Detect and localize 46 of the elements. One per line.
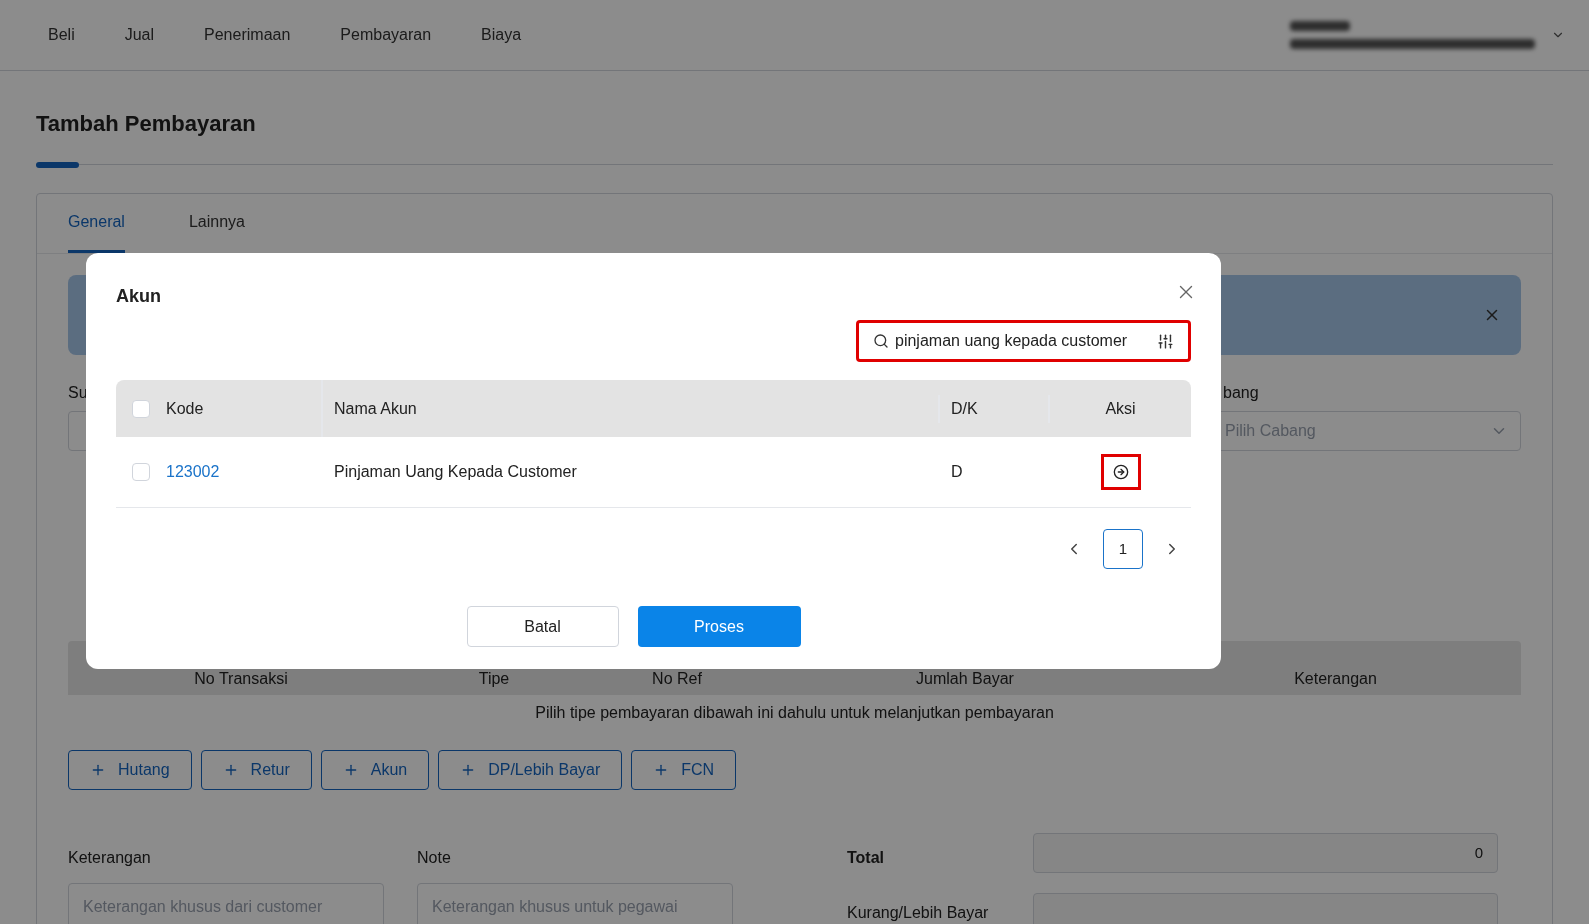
column-header: Kode	[166, 398, 204, 419]
nav-link[interactable]: Penerimaan	[204, 23, 291, 47]
column-header: Jumlah Bayar	[916, 669, 1014, 689]
title-accent	[36, 162, 79, 168]
column-header: D/K	[951, 398, 978, 419]
column-header: Keterangan	[1294, 669, 1377, 689]
column-header: Aksi	[1105, 398, 1136, 419]
arrow-circle-icon	[1112, 464, 1129, 480]
add-button[interactable]: Hutang	[68, 750, 192, 790]
note-field[interactable]: Keterangan khusus untuk pegawai	[417, 883, 733, 924]
hint-text: Pilih tipe pembayaran dibawah ini dahulu untuk melanjutkan pembayaran	[535, 703, 1054, 723]
total-field: 0	[1033, 833, 1498, 873]
field-label: Total	[847, 848, 886, 868]
page-title: Tambah Pembayaran	[36, 110, 256, 138]
nav-link[interactable]: Jual	[124, 23, 155, 47]
field-label: Kurang/Lebih Bayar	[847, 903, 990, 923]
column-header: Tipe	[478, 669, 510, 689]
cancel-button[interactable]: Batal	[466, 606, 619, 647]
add-button[interactable]: Retur	[200, 750, 312, 790]
dialog-title: Akun	[116, 285, 161, 308]
tab[interactable]: Lainnya	[188, 194, 245, 253]
add-button[interactable]: DP/Lebih Bayar	[438, 750, 623, 790]
row-checkbox[interactable]	[132, 463, 150, 481]
keterangan-field[interactable]: Keterangan khusus dari customer	[68, 883, 384, 924]
nav-link[interactable]: Pembayaran	[340, 23, 432, 47]
add-button[interactable]: FCN	[631, 750, 737, 790]
field-label: Note	[417, 848, 451, 868]
search-icon	[873, 333, 889, 349]
nav-link[interactable]: Beli	[48, 23, 75, 47]
filter-icon[interactable]	[1157, 332, 1174, 350]
select-account-button[interactable]	[1100, 454, 1141, 490]
process-button[interactable]: Proses	[637, 606, 801, 647]
account-name: Pinjaman Uang Kepada Customer	[334, 463, 577, 480]
column-header: No Ref	[652, 669, 702, 689]
column-header: Nama Akun	[334, 398, 417, 419]
page-button[interactable]: 1	[1103, 529, 1143, 569]
plus-icon	[90, 762, 106, 778]
debit-credit: D	[951, 463, 963, 480]
nav-link[interactable]: Biaya	[481, 23, 522, 47]
column-header: No Transaksi	[194, 669, 288, 689]
field-label: bang	[1223, 383, 1259, 403]
search-field[interactable]: pinjaman uang kepada customer	[856, 320, 1191, 362]
add-button[interactable]: Akun	[320, 750, 430, 790]
field-label: Keterangan	[68, 848, 151, 868]
select-all-checkbox[interactable]	[132, 399, 150, 418]
account-code-link[interactable]: 123002	[166, 463, 220, 480]
